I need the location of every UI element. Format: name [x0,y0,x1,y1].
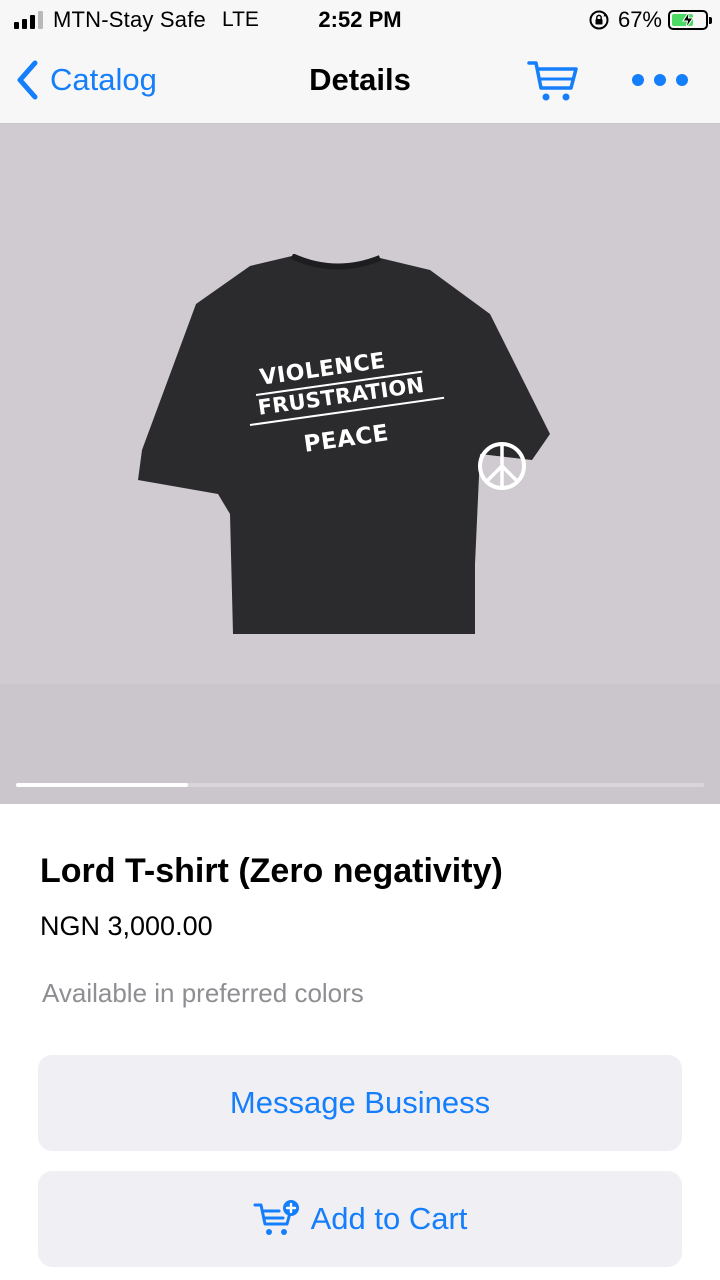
add-to-cart-label: Add to Cart [310,1201,468,1236]
message-business-label: Message Business [229,1085,491,1120]
shirt-print: VIOLENCE FRUSTRATION PEACE [130,254,560,634]
product-image: VIOLENCE FRUSTRATION PEACE [130,253,560,754]
rotation-lock-icon [589,10,609,30]
more-dots-icon [676,74,688,86]
gallery-progress-track [16,783,704,787]
shirt-text-line: PEACE [302,420,391,458]
battery-icon [668,10,712,30]
back-button[interactable]: Catalog [14,58,157,102]
product-image-gallery[interactable]: VIOLENCE FRUSTRATION PEACE [0,124,720,804]
add-to-cart-button[interactable]: Add to Cart [38,1171,682,1267]
product-title: Lord T-shirt (Zero negativity) [40,852,503,890]
more-dots-icon [632,74,644,86]
message-business-button[interactable]: Message Business [38,1055,682,1151]
cart-button[interactable] [526,58,580,104]
more-options-button[interactable] [632,64,688,96]
product-price: NGN 3,000.00 [40,911,213,941]
charging-bolt-icon [682,11,694,29]
product-description: Available in preferred colors [42,978,364,1008]
gallery-progress-indicator [16,783,188,787]
more-dots-icon [654,74,666,86]
cart-icon [527,61,578,101]
back-button-label: Catalog [50,62,157,97]
battery-percent: 67% [617,7,662,32]
chevron-left-icon [17,60,38,100]
navigation-bar: Catalog Details [0,40,720,124]
status-right: 67% [588,7,712,32]
status-bar: MTN-Stay Safe LTE 2:52 PM 67% [0,0,720,40]
cart-plus-icon [253,1200,299,1235]
